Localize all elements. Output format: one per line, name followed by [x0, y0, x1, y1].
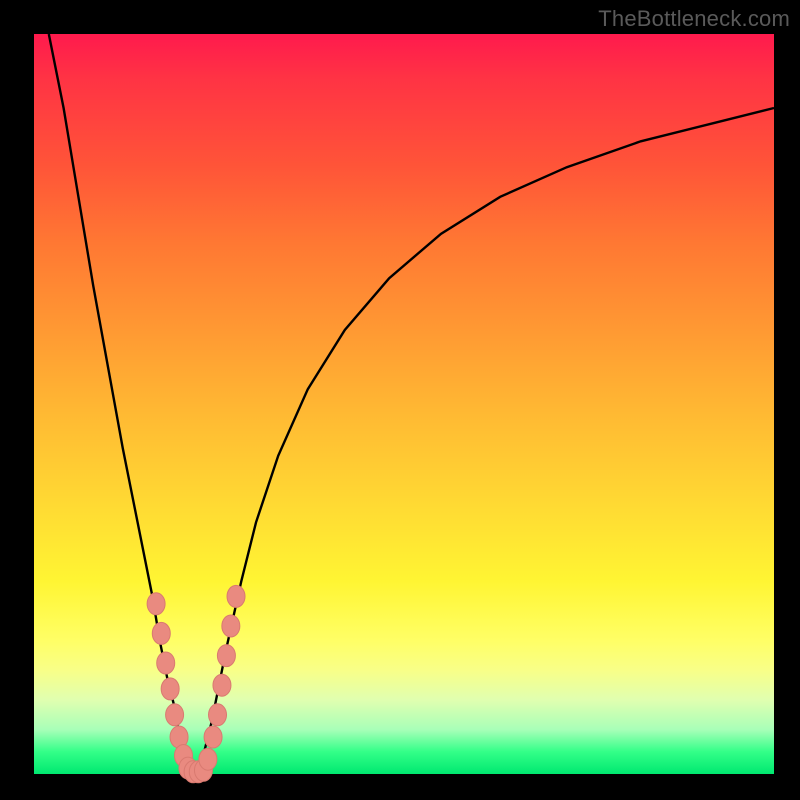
- valley-marker: [204, 726, 222, 748]
- marker-group: [147, 585, 245, 782]
- valley-marker: [213, 674, 231, 696]
- chart-svg: [34, 34, 774, 774]
- valley-marker: [199, 748, 217, 770]
- valley-marker: [147, 593, 165, 615]
- valley-marker: [157, 652, 175, 674]
- valley-marker: [152, 622, 170, 644]
- watermark-text: TheBottleneck.com: [598, 6, 790, 32]
- plot-area: [34, 34, 774, 774]
- chart-frame: TheBottleneck.com: [0, 0, 800, 800]
- valley-marker: [217, 645, 235, 667]
- valley-marker: [222, 615, 240, 637]
- valley-marker: [209, 704, 227, 726]
- valley-marker: [161, 678, 179, 700]
- right-curve: [197, 108, 774, 774]
- valley-marker: [166, 704, 184, 726]
- valley-marker: [227, 585, 245, 607]
